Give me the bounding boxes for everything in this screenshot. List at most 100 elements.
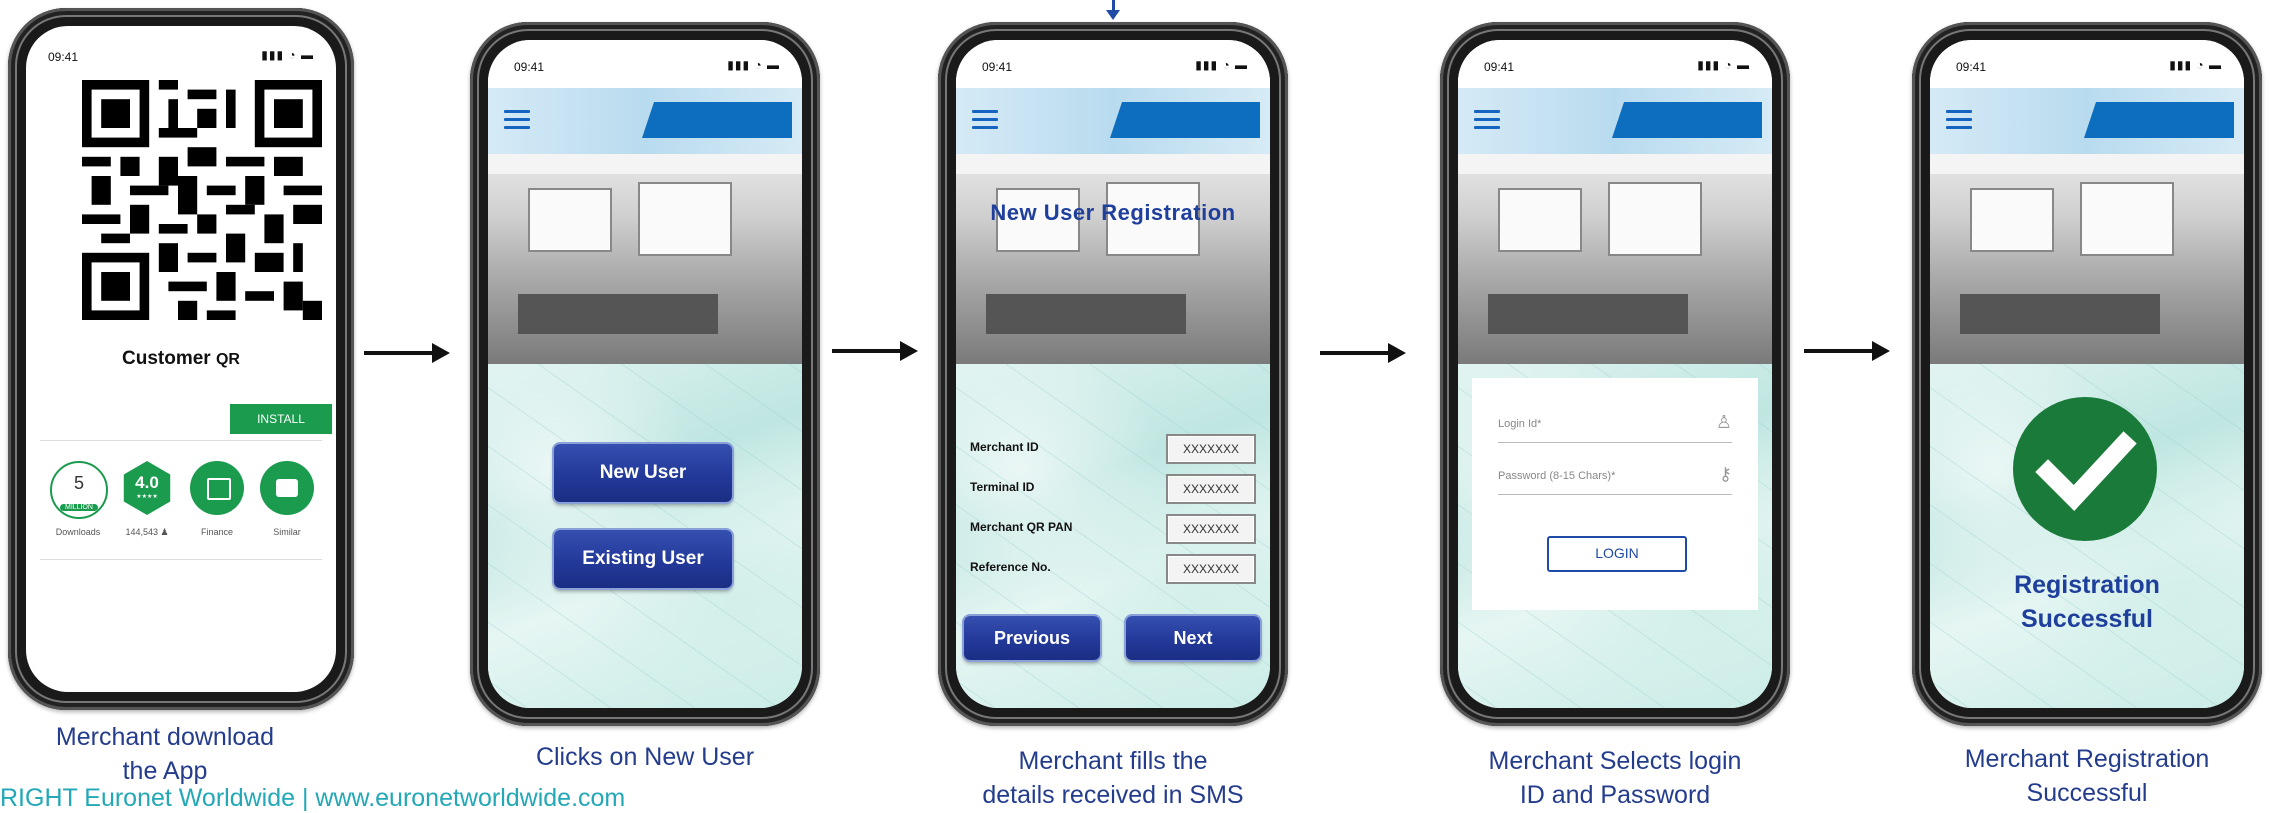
caption-step-5: Merchant Registration Successful xyxy=(1912,742,2262,810)
rating-count-label: 144,543 ♟ xyxy=(125,527,169,537)
status-time: 09:41 xyxy=(1956,60,1987,74)
status-bar: 09:41 ▮▮▮ ◔ ▬ xyxy=(488,40,802,88)
qr-label-customer: Customer xyxy=(122,348,211,369)
app-header xyxy=(956,88,1270,154)
top-arrow-head xyxy=(1106,10,1120,20)
arrow-2-3 xyxy=(832,341,918,361)
menu-icon[interactable] xyxy=(972,110,998,130)
terminal-id-label: Terminal ID xyxy=(970,480,1035,494)
user-icon: ♙ xyxy=(1715,412,1732,432)
merchant-qr-pan-field[interactable]: XXXXXXX xyxy=(1166,514,1256,544)
merchant-id-field[interactable]: XXXXXXX xyxy=(1166,434,1256,464)
caption-step-3: Merchant fills the details received in S… xyxy=(938,744,1288,812)
menu-icon[interactable] xyxy=(1946,110,1972,130)
phone-step-5: 09:41 ▮▮▮ ◔ ▬ Registration Successful xyxy=(1912,22,2262,726)
bank-logo-bar xyxy=(642,102,792,138)
existing-user-button[interactable]: Existing User xyxy=(554,530,732,588)
finance-icon[interactable] xyxy=(190,461,244,515)
status-icons: ▮▮▮ ◔ ▬ xyxy=(1195,58,1248,72)
terminal-id-row: Terminal ID XXXXXXX xyxy=(970,474,1256,504)
previous-button[interactable]: Previous xyxy=(964,616,1100,660)
reference-no-label: Reference No. xyxy=(970,560,1051,574)
downloads-badge: 5 MILLION xyxy=(50,461,108,519)
terminal-id-field[interactable]: XXXXXXX xyxy=(1166,474,1256,504)
app-header xyxy=(1458,88,1772,154)
screen-step-1: 09:41 ▮▮▮ ◔ ▬ Customer QR INSTALL 5 MILL… xyxy=(26,26,336,692)
branch-photo xyxy=(1930,154,2244,364)
caption-step-2: Clicks on New User xyxy=(535,743,755,771)
status-icons: ▮▮▮ ◔ ▬ xyxy=(261,48,314,62)
success-message-line2: Successful xyxy=(2020,605,2153,633)
branch-photo xyxy=(1458,154,1772,364)
status-time: 09:41 xyxy=(982,60,1013,74)
key-icon: ⚷ xyxy=(1718,464,1732,484)
finance-label: Finance xyxy=(200,527,234,537)
arrow-4-5 xyxy=(1804,341,1890,361)
bank-logo-bar xyxy=(1612,102,1762,138)
screen-step-5: 09:41 ▮▮▮ ◔ ▬ Registration Successful xyxy=(1930,40,2244,708)
success-check-icon xyxy=(2013,397,2157,541)
caption-step-1-line1: Merchant download xyxy=(55,723,275,751)
password-placeholder: Password (8-15 Chars)* xyxy=(1498,470,1616,482)
phone-step-4: 09:41 ▮▮▮ ◔ ▬ Login Id* ♙ Password (8-15… xyxy=(1440,22,1790,726)
status-time: 09:41 xyxy=(1484,60,1515,74)
arrow-1-2 xyxy=(364,343,450,363)
registration-title: New User Registration xyxy=(990,200,1236,225)
caption-step-4-line2: ID and Password xyxy=(1519,781,1711,809)
qr-code xyxy=(82,80,322,320)
caption-step-4: Merchant Selects login ID and Password xyxy=(1440,744,1790,812)
merchant-id-label: Merchant ID xyxy=(970,440,1039,454)
reference-no-row: Reference No. XXXXXXX xyxy=(970,554,1256,584)
login-id-placeholder: Login Id* xyxy=(1498,418,1542,430)
similar-icon[interactable] xyxy=(260,461,314,515)
caption-step-1: Merchant download the App xyxy=(0,720,330,788)
install-button[interactable]: INSTALL xyxy=(230,404,332,434)
qr-label-qr: QR xyxy=(215,351,240,368)
next-button[interactable]: Next xyxy=(1126,616,1260,660)
status-icons: ▮▮▮ ◔ ▬ xyxy=(2169,58,2222,72)
login-id-field[interactable]: Login Id* ♙ xyxy=(1498,408,1732,443)
status-icons: ▮▮▮ ◔ ▬ xyxy=(727,58,780,72)
status-time: 09:41 xyxy=(48,50,79,64)
status-bar: 09:41 ▮▮▮ ◔ ▬ xyxy=(1458,40,1772,88)
bank-logo-bar xyxy=(1110,102,1260,138)
success-message: Registration Successful xyxy=(1930,568,2244,636)
rating-value: 4.0 xyxy=(135,473,159,492)
downloads-value: 5 xyxy=(73,473,84,493)
password-field[interactable]: Password (8-15 Chars)* ⚷ xyxy=(1498,460,1732,495)
screen-step-2: 09:41 ▮▮▮ ◔ ▬ New User Existing User xyxy=(488,40,802,708)
phone-step-3: 09:41 ▮▮▮ ◔ ▬ New User Registration Merc… xyxy=(938,22,1288,726)
rating-stars: ★★★★ xyxy=(136,494,158,500)
status-icons: ▮▮▮ ◔ ▬ xyxy=(1697,58,1750,72)
branch-photo xyxy=(956,154,1270,364)
menu-icon[interactable] xyxy=(1474,110,1500,130)
phone-step-1: 09:41 ▮▮▮ ◔ ▬ Customer QR INSTALL 5 MILL… xyxy=(8,8,354,710)
merchant-qr-pan-label: Merchant QR PAN xyxy=(970,520,1073,534)
status-time: 09:41 xyxy=(514,60,545,74)
app-stats-row: 5 MILLION Downloads 4.0 ★★★★ 144,543 ♟ F… xyxy=(40,440,322,560)
reference-no-field[interactable]: XXXXXXX xyxy=(1166,554,1256,584)
status-bar: 09:41 ▮▮▮ ◔ ▬ xyxy=(1930,40,2244,88)
new-user-button[interactable]: New User xyxy=(554,444,732,502)
caption-step-3-line1: Merchant fills the xyxy=(1018,747,1208,775)
caption-step-5-line1: Merchant Registration xyxy=(1964,745,2210,773)
login-panel: Login Id* ♙ Password (8-15 Chars)* ⚷ LOG… xyxy=(1472,378,1758,610)
merchant-id-row: Merchant ID XXXXXXX xyxy=(970,434,1256,464)
rating-badge: 4.0 ★★★★ xyxy=(123,461,171,515)
menu-icon[interactable] xyxy=(504,110,530,130)
arrow-3-4 xyxy=(1320,343,1406,363)
login-button[interactable]: LOGIN xyxy=(1547,536,1687,572)
app-header xyxy=(1930,88,2244,154)
bank-logo-bar xyxy=(2084,102,2234,138)
branch-photo xyxy=(488,154,802,364)
caption-step-3-line2: details received in SMS xyxy=(982,781,1244,809)
copyright-footer: RIGHT Euronet Worldwide | www.euronetwor… xyxy=(0,784,626,812)
downloads-label: Downloads xyxy=(55,527,101,537)
qr-label: Customer QR xyxy=(26,348,336,370)
phone-step-2: 09:41 ▮▮▮ ◔ ▬ New User Existing User xyxy=(470,22,820,726)
similar-label: Similar xyxy=(273,527,301,537)
caption-step-5-line2: Successful xyxy=(2026,779,2148,807)
caption-step-1-line2: the App xyxy=(122,757,208,785)
app-header xyxy=(488,88,802,154)
screen-step-3: 09:41 ▮▮▮ ◔ ▬ New User Registration Merc… xyxy=(956,40,1270,708)
